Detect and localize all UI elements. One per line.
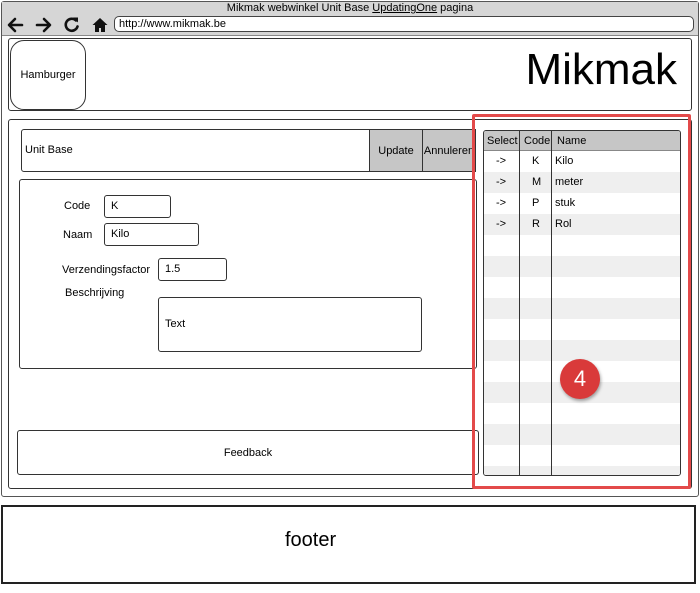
window-title: Mikmak webwinkel Unit Base UpdatingOne p… [2, 2, 698, 14]
page-footer: footer [1, 505, 696, 584]
description-textarea[interactable]: Text [158, 297, 422, 352]
page-header: Hamburger Mikmak [8, 38, 692, 111]
code-input[interactable]: K [104, 195, 171, 218]
shipping-factor-label: Verzendingsfactor [62, 264, 151, 276]
feedback-box: Feedback [17, 430, 479, 475]
unit-form: Code K Naam Kilo Verzendingsfactor 1.5 B… [19, 179, 477, 369]
browser-toolbar: http://www.mikmak.be [2, 14, 698, 36]
hamburger-button[interactable]: Hamburger [10, 40, 86, 110]
annotation-highlight [472, 114, 691, 489]
footer-text: footer [285, 529, 337, 551]
forward-arrow-icon[interactable] [33, 14, 55, 36]
url-bar[interactable]: http://www.mikmak.be [114, 16, 694, 32]
update-button[interactable]: Update [369, 129, 423, 172]
unit-bar-title: Unit Base [25, 144, 73, 156]
annotation-badge: 4 [560, 359, 600, 399]
description-label: Beschrijving [65, 287, 125, 299]
reload-icon[interactable] [61, 14, 83, 36]
home-icon[interactable] [89, 14, 111, 36]
name-input[interactable]: Kilo [104, 223, 199, 246]
cancel-button[interactable]: Annuleren [422, 129, 476, 172]
shipping-factor-input[interactable]: 1.5 [158, 258, 227, 281]
unit-bar: Unit Base Update Annuleren [21, 129, 476, 172]
back-arrow-icon[interactable] [4, 14, 26, 36]
name-label: Naam [63, 229, 93, 241]
brand-title: Mikmak [525, 45, 677, 94]
code-label: Code [64, 200, 91, 212]
title-link: UpdatingOne [372, 2, 438, 14]
